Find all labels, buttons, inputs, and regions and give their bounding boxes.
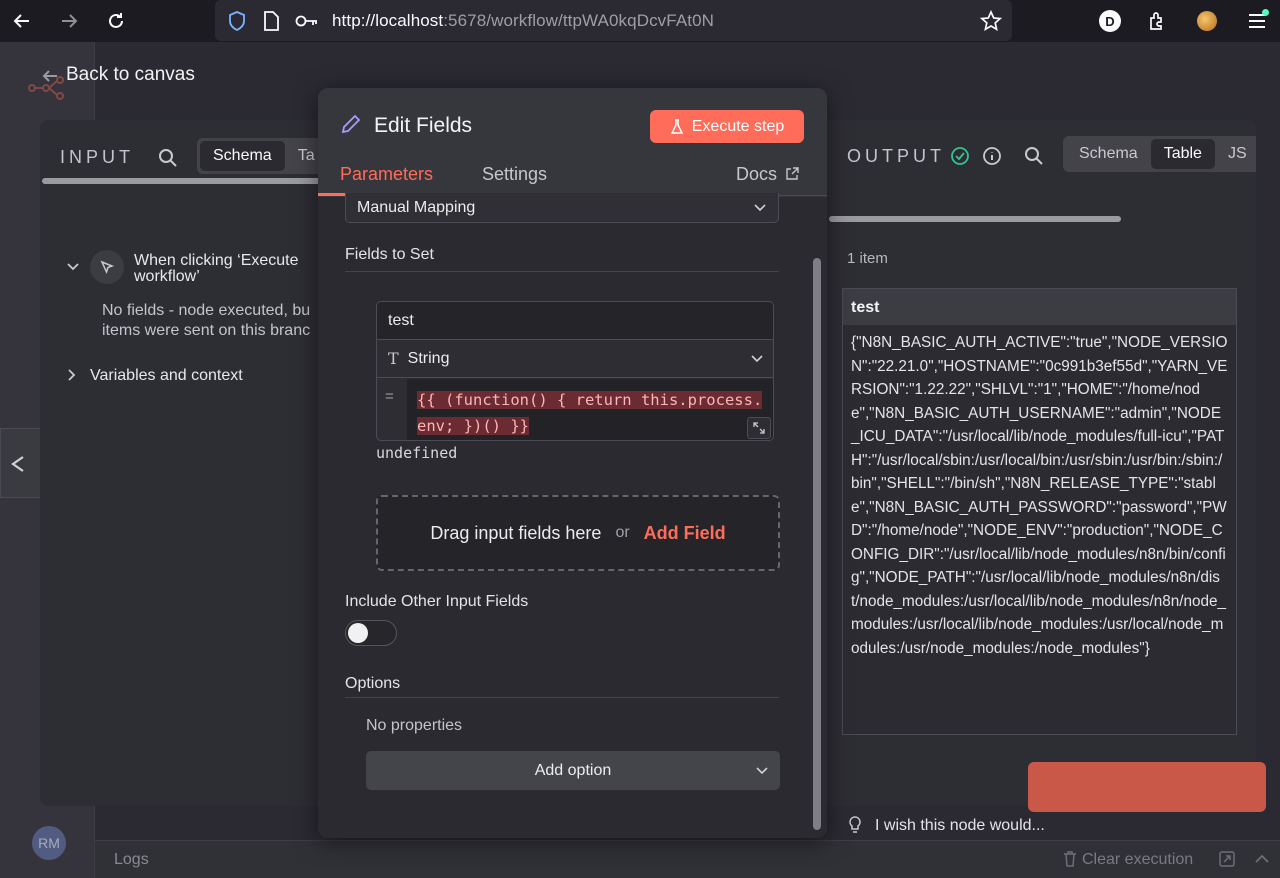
search-icon[interactable] xyxy=(158,148,178,168)
bookmark-star-icon[interactable] xyxy=(977,7,1005,35)
browser-toolbar: http://localhost:5678/workflow/ttpWA0kqD… xyxy=(0,0,1280,42)
chevron-down-icon xyxy=(754,203,766,211)
item-count: 1 item xyxy=(847,250,888,267)
logs-bar: Logs Clear execution xyxy=(95,840,1280,878)
tab-json[interactable]: JS xyxy=(1215,139,1256,169)
expression-editor[interactable]: {{ (function() { return this.process. en… xyxy=(407,379,773,440)
chevron-down-icon xyxy=(751,354,763,362)
field-assignment: test T String = {{ (function() { return … xyxy=(376,301,774,441)
clear-execution-button[interactable]: Clear execution xyxy=(1082,851,1193,869)
output-panel-label: OUTPUT xyxy=(847,146,945,166)
page-icon xyxy=(257,7,285,35)
input-panel-label: INPUT xyxy=(60,147,134,167)
table-cell[interactable]: {"N8N_BASIC_AUTH_ACTIVE":"true","NODE_VE… xyxy=(843,325,1236,666)
add-field-button[interactable]: Add Field xyxy=(644,523,726,544)
variables-context-toggle[interactable]: Variables and context xyxy=(90,367,243,385)
text-type-icon: T xyxy=(388,349,399,368)
fields-to-set-label: Fields to Set xyxy=(345,246,434,263)
mode-select[interactable]: Manual Mapping xyxy=(345,193,779,223)
reload-icon[interactable] xyxy=(102,7,130,35)
chevron-right-icon[interactable] xyxy=(68,369,76,381)
include-other-label: Include Other Input Fields xyxy=(345,593,529,610)
trigger-node-name[interactable]: When clicking ‘Execute workflow’ xyxy=(134,253,334,285)
search-icon[interactable] xyxy=(1024,146,1044,166)
account-avatar-icon[interactable] xyxy=(1193,7,1221,35)
chevron-down-icon xyxy=(756,766,768,774)
forward-arrow-icon[interactable] xyxy=(55,7,83,35)
modal-title[interactable]: Edit Fields xyxy=(374,114,472,138)
info-icon[interactable] xyxy=(982,146,1002,166)
field-name-input[interactable]: test xyxy=(377,302,773,340)
lightbulb-icon xyxy=(849,816,861,833)
logs-label[interactable]: Logs xyxy=(114,851,149,869)
popout-icon[interactable] xyxy=(1219,851,1235,867)
menu-icon[interactable] xyxy=(1243,7,1271,35)
parameters-body: Manual Mapping Fields to Set test T Stri… xyxy=(318,193,827,838)
back-to-canvas-link[interactable]: Back to canvas xyxy=(66,64,195,86)
extensions-icon[interactable] xyxy=(1143,7,1171,35)
add-option-dropdown[interactable]: Add option xyxy=(366,751,780,790)
profile-badge[interactable]: D xyxy=(1096,7,1124,35)
output-scrollbar[interactable] xyxy=(829,216,1121,222)
options-label: Options xyxy=(345,675,401,692)
back-arrow-icon[interactable] xyxy=(8,7,36,35)
execute-workflow-button-bg[interactable] xyxy=(1028,762,1266,812)
tab-parameters[interactable]: Parameters xyxy=(340,164,433,185)
equals-icon: = xyxy=(385,388,394,405)
tab-table[interactable]: Table xyxy=(1150,139,1215,169)
pencil-icon xyxy=(341,114,361,134)
drop-zone[interactable]: Drag input fields here or Add Field xyxy=(376,495,780,571)
shield-icon[interactable] xyxy=(223,7,251,35)
chevron-down-icon[interactable] xyxy=(67,263,79,271)
avatar[interactable]: RM xyxy=(32,826,66,860)
tab-schema[interactable]: Schema xyxy=(1066,139,1151,169)
no-fields-message: No fields - node executed, bu items were… xyxy=(102,302,311,339)
input-scrollbar[interactable] xyxy=(42,178,340,184)
include-other-toggle[interactable] xyxy=(345,620,397,646)
table-header-test: test xyxy=(843,289,1236,325)
chevron-up-icon[interactable] xyxy=(1255,854,1269,864)
expression-result: undefined xyxy=(376,444,458,462)
edit-fields-modal: Edit Fields Execute step Parameters Sett… xyxy=(318,88,827,838)
toggle-knob xyxy=(348,623,368,643)
modal-tabs: Parameters Settings Docs xyxy=(318,158,827,196)
input-panel: INPUT Schema Ta When clicking ‘Execute w… xyxy=(40,120,347,806)
flask-icon xyxy=(670,118,683,134)
cursor-click-icon xyxy=(90,250,124,284)
docs-link[interactable]: Docs xyxy=(736,164,799,185)
tab-settings[interactable]: Settings xyxy=(482,164,547,185)
address-bar[interactable]: http://localhost:5678/workflow/ttpWA0kqD… xyxy=(215,0,1012,41)
key-icon[interactable] xyxy=(293,7,321,35)
output-panel: OUTPUT Schema Table JS 1 item test {"N8N… xyxy=(827,120,1256,806)
output-view-tabs: Schema Table JS xyxy=(1063,136,1256,172)
field-type-select[interactable]: T String xyxy=(377,340,773,378)
no-properties-text: No properties xyxy=(366,717,463,734)
output-table: test {"N8N_BASIC_AUTH_ACTIVE":"true","NO… xyxy=(842,288,1237,735)
expand-editor-icon[interactable] xyxy=(747,417,771,439)
back-arrow-icon[interactable] xyxy=(40,66,60,86)
divider xyxy=(345,697,779,698)
external-link-icon xyxy=(786,167,799,180)
url-text[interactable]: http://localhost:5678/workflow/ttpWA0kqD… xyxy=(332,11,714,31)
success-check-icon xyxy=(951,147,969,165)
chevron-left-icon xyxy=(11,456,24,472)
tab-schema[interactable]: Schema xyxy=(200,141,285,171)
modal-scrollbar[interactable] xyxy=(813,258,821,830)
divider xyxy=(345,271,779,272)
panel-collapse-handle[interactable] xyxy=(0,428,44,498)
trash-icon xyxy=(1064,851,1076,867)
execute-step-button[interactable]: Execute step xyxy=(650,110,804,143)
feedback-prompt[interactable]: I wish this node would... xyxy=(875,817,1045,835)
